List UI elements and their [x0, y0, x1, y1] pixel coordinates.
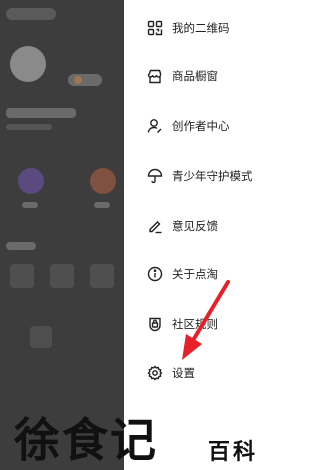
- menu-item-label: 设置: [172, 366, 195, 380]
- menu-item-label: 商品橱窗: [172, 69, 218, 83]
- blurred-shortcut-icon: [18, 168, 44, 194]
- menu-item-label: 青少年守护模式: [172, 169, 253, 183]
- menu-item-qr-code[interactable]: 我的二维码: [146, 16, 230, 40]
- pencil-feedback-icon: [146, 217, 164, 235]
- blurred-avatar: [10, 46, 46, 82]
- blurred-shortcut-label: [94, 202, 110, 208]
- blurred-tile: [90, 264, 114, 288]
- blurred-tile: [10, 264, 34, 288]
- menu-item-creator-center[interactable]: 创作者中心: [146, 114, 230, 138]
- umbrella-icon: [146, 167, 164, 185]
- blurred-username: [6, 108, 76, 118]
- watermark-title: 徐食记: [14, 413, 158, 467]
- blurred-tile: [50, 264, 74, 288]
- blurred-shortcut-icon: [90, 168, 116, 194]
- gear-icon: [146, 364, 164, 382]
- menu-item-product-showcase[interactable]: 商品橱窗: [146, 64, 218, 88]
- blurred-badge-dot: [74, 76, 82, 84]
- red-pointer-arrow: [182, 280, 230, 360]
- menu-item-label: 意见反馈: [172, 219, 218, 233]
- qr-code-icon: [146, 19, 164, 37]
- menu-item-feedback[interactable]: 意见反馈: [146, 214, 218, 238]
- blurred-top-bar: [6, 8, 56, 20]
- dimmed-profile-background[interactable]: [0, 0, 124, 470]
- menu-item-label: 创作者中心: [172, 119, 230, 133]
- storefront-icon: [146, 67, 164, 85]
- menu-item-label: 我的二维码: [172, 21, 230, 35]
- info-icon: [146, 265, 164, 283]
- blurred-tile: [30, 326, 52, 348]
- blurred-user-id: [6, 124, 52, 130]
- creator-person-icon: [146, 117, 164, 135]
- blurred-shortcut-label: [22, 202, 38, 208]
- menu-item-teen-mode[interactable]: 青少年守护模式: [146, 164, 253, 188]
- side-drawer-menu: 我的二维码 商品橱窗 创作者中心 青少年守护模式 意见反馈 关于点淘 社区规则 …: [124, 0, 280, 470]
- shield-lock-icon: [146, 315, 164, 333]
- blurred-section-title: [6, 242, 36, 250]
- watermark-subtitle: 百科: [208, 439, 259, 465]
